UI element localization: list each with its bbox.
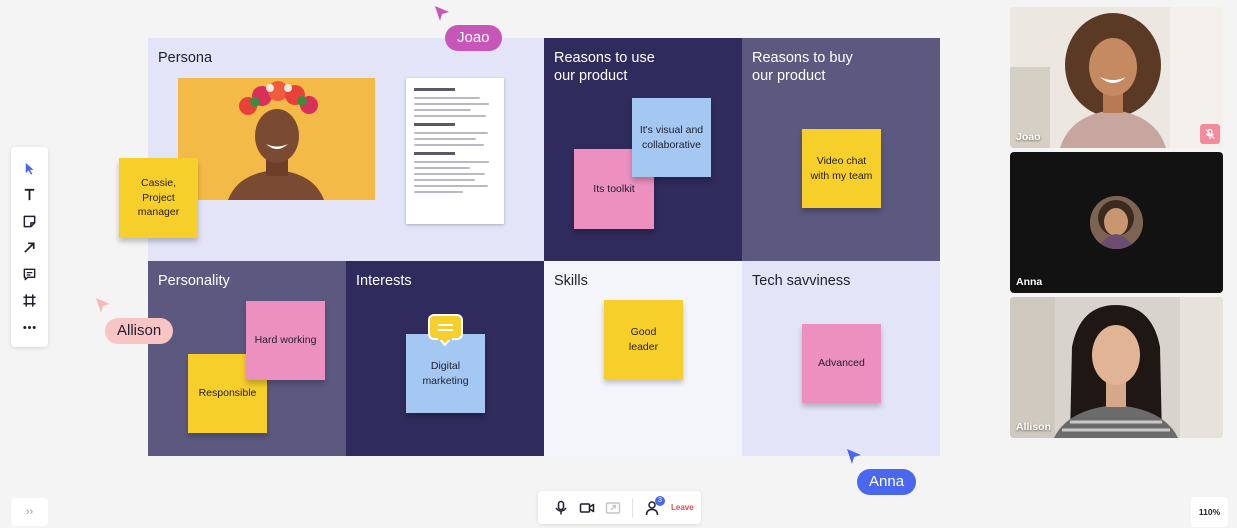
select-icon[interactable] <box>19 157 41 179</box>
share-screen-icon[interactable] <box>600 495 626 521</box>
cell-title-reasons-to-buy: Reasons to buy our product <box>752 50 853 84</box>
cursor-label-anna: Anna <box>857 469 917 495</box>
cell-title-tech-savviness: Tech savviness <box>752 273 851 289</box>
camera-icon[interactable] <box>574 495 600 521</box>
video-name-joao: Joao <box>1016 131 1041 143</box>
left-toolbar <box>11 147 48 347</box>
avatar-anna <box>1090 196 1143 249</box>
cursor-label-joao: Joao <box>445 25 502 51</box>
mic-muted-icon <box>1200 124 1220 144</box>
sticky-note-persona-name[interactable]: Cassie, Project manager <box>119 158 198 238</box>
divider <box>632 497 633 518</box>
persona-photo[interactable] <box>178 78 375 200</box>
leave-button[interactable]: Leave <box>671 503 694 512</box>
cursor-pointer-anna-icon <box>845 447 863 470</box>
sticky-note-advanced[interactable]: Advanced <box>802 324 881 403</box>
video-tile-allison[interactable]: Allison <box>1010 297 1223 438</box>
cell-title-personality: Personality <box>158 273 230 289</box>
more-icon[interactable] <box>19 317 41 339</box>
call-controls-bar: 3 Leave <box>538 491 701 524</box>
arrow-icon[interactable] <box>19 237 41 259</box>
sticky-note-hard-working[interactable]: Hard working <box>246 301 325 380</box>
cell-title-skills: Skills <box>554 273 588 289</box>
cursor-pointer-joao-icon <box>433 4 451 27</box>
participants-button[interactable]: 3 <box>639 495 665 521</box>
participants-count-badge: 3 <box>655 495 665 506</box>
cell-title-interests: Interests <box>356 273 412 289</box>
sticky-note-icon[interactable] <box>19 210 41 232</box>
text-icon[interactable] <box>19 184 41 206</box>
video-name-allison: Allison <box>1016 421 1052 433</box>
cursor-pointer-allison-icon <box>94 296 112 319</box>
comment-bubble-icon[interactable] <box>428 314 463 351</box>
microphone-icon[interactable] <box>548 495 574 521</box>
cell-title-persona: Persona <box>158 50 213 66</box>
cursor-label-allison: Allison <box>105 318 174 344</box>
video-tile-anna[interactable]: Anna <box>1010 152 1223 293</box>
video-tile-joao[interactable]: Joao <box>1010 7 1223 148</box>
comment-icon[interactable] <box>19 263 41 285</box>
sticky-note-visual[interactable]: It's visual and collaborative <box>632 98 711 177</box>
frame-icon[interactable] <box>19 290 41 312</box>
video-name-anna: Anna <box>1016 276 1043 288</box>
sticky-note-video-chat[interactable]: Video chat with my team <box>802 129 881 208</box>
expand-panel-button[interactable]: ›› <box>11 498 48 526</box>
cell-title-reasons-to-use: Reasons to use our product <box>554 50 655 84</box>
zoom-level-indicator[interactable]: 110% <box>1191 497 1228 527</box>
cell-persona[interactable]: Persona <box>148 38 544 261</box>
persona-document[interactable] <box>406 78 504 224</box>
sticky-note-good-leader[interactable]: Good leader <box>604 300 683 379</box>
